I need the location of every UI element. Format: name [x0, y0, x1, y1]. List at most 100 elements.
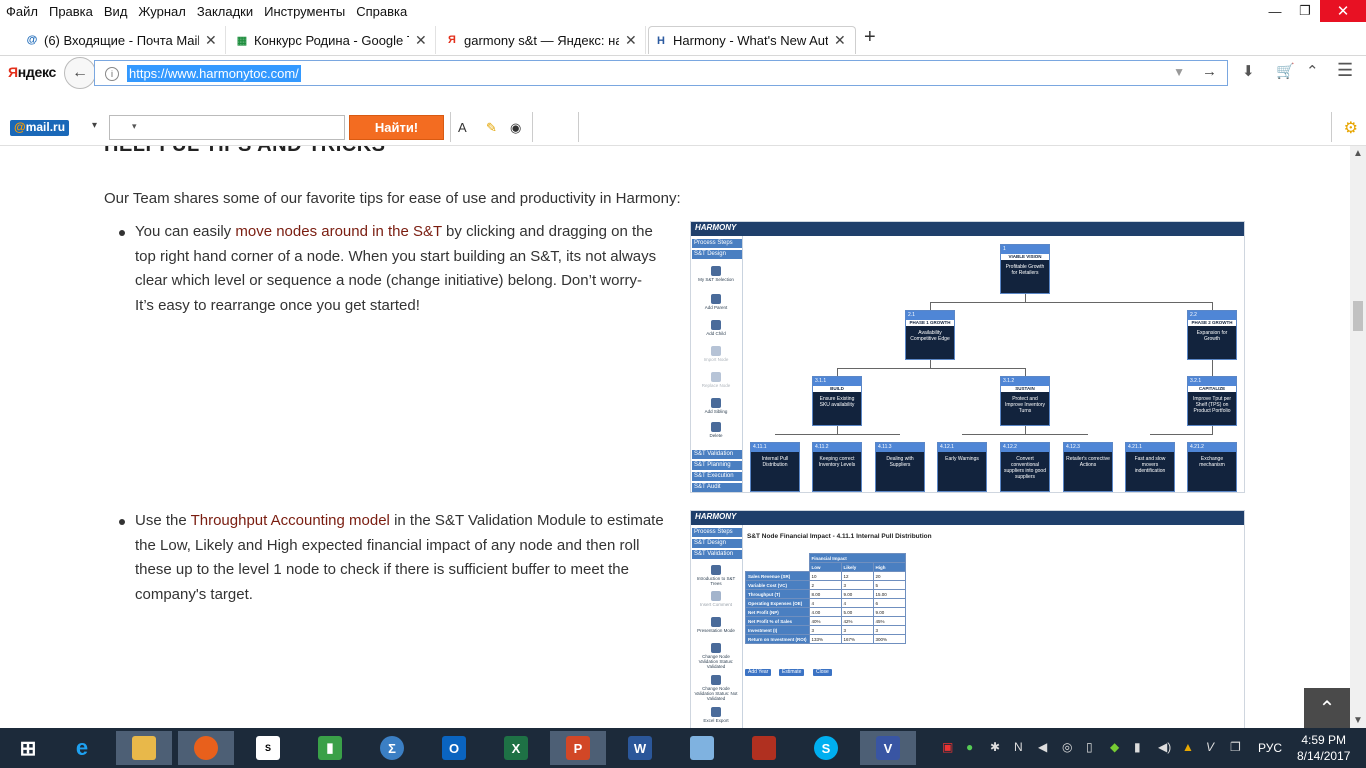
- scroll-thumb[interactable]: [1353, 301, 1363, 331]
- cell-input[interactable]: 10: [808, 571, 842, 581]
- skype-icon[interactable]: S: [798, 731, 854, 765]
- speaker-mute-icon[interactable]: ◀: [1038, 740, 1047, 754]
- nvidia-icon[interactable]: ◆: [1110, 740, 1119, 754]
- sync-tray-icon[interactable]: ●: [966, 740, 973, 754]
- ie-icon[interactable]: e: [54, 731, 110, 765]
- tab-close-icon[interactable]: ✕: [625, 32, 637, 49]
- tray-overflow-icon[interactable]: ❐: [1230, 740, 1241, 754]
- mailru-dropdown-icon[interactable]: ▾: [92, 120, 97, 131]
- info-icon[interactable]: i: [105, 67, 119, 81]
- menu-history[interactable]: Журнал: [132, 4, 190, 19]
- hamburger-menu-icon[interactable]: ☰: [1337, 60, 1353, 81]
- language-indicator[interactable]: РУС: [1258, 741, 1282, 755]
- word-icon[interactable]: W: [612, 731, 668, 765]
- maximize-button[interactable]: ❐: [1290, 0, 1320, 22]
- history-dropdown-icon[interactable]: ▼: [1173, 65, 1185, 79]
- volume-icon[interactable]: ◀): [1158, 740, 1171, 754]
- row-label: Investment (I): [745, 625, 810, 635]
- security-tray-icon[interactable]: ▲: [1182, 740, 1194, 754]
- scroll-up-icon[interactable]: ▲: [1353, 148, 1363, 159]
- tab-close-icon[interactable]: ✕: [834, 32, 846, 49]
- powerpoint-icon[interactable]: P: [550, 731, 606, 765]
- explorer-icon[interactable]: [116, 731, 172, 765]
- tree-node: 1 VIABLE VISION Profitable Growth for Reta…: [1000, 244, 1050, 294]
- table-row: Operating Expenses (OE) 4 4 6: [745, 598, 906, 608]
- cart-icon[interactable]: 🛒: [1276, 62, 1295, 80]
- network-app-icon[interactable]: [674, 731, 730, 765]
- cell-input[interactable]: 3: [840, 580, 874, 590]
- node-id: 4.12.3: [1064, 443, 1112, 452]
- estimate-button[interactable]: Estimate: [779, 669, 805, 676]
- cell-input[interactable]: 4: [808, 598, 842, 608]
- outlook-icon[interactable]: O: [426, 731, 482, 765]
- mailru-logo[interactable]: @mail.ru: [10, 120, 70, 136]
- math-app-icon[interactable]: Σ: [364, 731, 420, 765]
- tab-yandex-search[interactable]: Я garmony s&t — Яндекс: на ✕: [440, 26, 646, 54]
- side-label: Presentation Mode: [697, 628, 735, 633]
- side-tool: My S&T Selection: [693, 266, 739, 282]
- network-icon[interactable]: ▮: [1134, 740, 1141, 754]
- chart-app-icon[interactable]: ▮: [302, 731, 358, 765]
- menu-tools[interactable]: Инструменты: [258, 4, 350, 19]
- page-scrollbar[interactable]: ▲ ▼: [1350, 146, 1366, 728]
- close-button[interactable]: Close: [813, 669, 832, 676]
- gear-icon[interactable]: ⚙: [1344, 118, 1358, 138]
- update-tray-icon[interactable]: ◎: [1062, 740, 1072, 754]
- cell-input[interactable]: 3: [840, 625, 874, 635]
- cell-input[interactable]: 6: [872, 598, 906, 608]
- back-button[interactable]: ←: [64, 57, 96, 89]
- row-label: Operating Expenses (OE): [745, 598, 810, 608]
- cell-input[interactable]: 20: [872, 571, 906, 581]
- bullet-dot: [119, 230, 125, 236]
- text-format-icon[interactable]: A: [458, 120, 467, 135]
- tab-close-icon[interactable]: ✕: [205, 32, 217, 49]
- back-to-top-button[interactable]: ⌃: [1304, 688, 1350, 728]
- collapse-icon[interactable]: ⌃: [1306, 62, 1319, 80]
- minimize-button[interactable]: —: [1260, 0, 1290, 22]
- menu-edit[interactable]: Правка: [43, 4, 98, 19]
- add-year-button[interactable]: Add Year: [745, 669, 772, 676]
- search-button[interactable]: Найти!: [349, 115, 444, 140]
- download-icon[interactable]: ⬇: [1242, 62, 1255, 80]
- screenshot-icon[interactable]: ◉: [510, 120, 521, 136]
- statsoft-icon[interactable]: S: [240, 731, 296, 765]
- menu-view[interactable]: Вид: [98, 4, 133, 19]
- mailru-search-input[interactable]: ▾: [109, 115, 345, 140]
- cell-input[interactable]: 4: [840, 598, 874, 608]
- menu-bookmarks[interactable]: Закладки: [191, 4, 258, 19]
- visio-icon[interactable]: V: [860, 731, 916, 765]
- close-window-button[interactable]: ✕: [1320, 0, 1366, 22]
- firefox-icon[interactable]: [178, 731, 234, 765]
- cell-input[interactable]: 3: [872, 625, 906, 635]
- connector: [1025, 426, 1026, 434]
- v-tray-icon[interactable]: V: [1206, 740, 1214, 754]
- highlighter-icon[interactable]: ✎: [486, 120, 497, 136]
- tab-harmony[interactable]: H Harmony - What's New Auto ✕: [648, 26, 856, 54]
- battery-icon[interactable]: ▯: [1086, 740, 1093, 754]
- tip-item-throughput: Use the Throughput Accounting model in t…: [119, 509, 664, 607]
- pdf-tray-icon[interactable]: ▣: [942, 740, 953, 754]
- cell-input[interactable]: 12: [840, 571, 874, 581]
- new-tab-button[interactable]: +: [864, 26, 876, 49]
- bluetooth-icon[interactable]: ✱: [990, 740, 1000, 754]
- go-arrow-icon[interactable]: →: [1202, 63, 1217, 80]
- excel-icon[interactable]: X: [488, 731, 544, 765]
- tab-mail[interactable]: @ (6) Входящие - Почта Mail.R ✕: [20, 26, 226, 54]
- scroll-down-icon[interactable]: ▼: [1353, 715, 1363, 726]
- address-bar[interactable]: i https://www.harmonytoc.com/ ▼ →: [94, 60, 1228, 86]
- tab-google-sheets[interactable]: ▦ Конкурс Родина - Google Та ✕: [230, 26, 436, 54]
- clock[interactable]: 4:59 PM 8/14/2017: [1297, 732, 1350, 764]
- start-button[interactable]: ⊞: [0, 731, 56, 765]
- menu-help[interactable]: Справка: [350, 4, 412, 19]
- node-id: 4.21.2: [1188, 443, 1236, 452]
- cell-input[interactable]: 2: [808, 580, 842, 590]
- search-type-dropdown-icon[interactable]: ▾: [132, 121, 137, 132]
- cell-input[interactable]: 3: [808, 625, 842, 635]
- nk-tray-icon[interactable]: N: [1014, 740, 1023, 754]
- row-label: Net Profit (NP): [745, 607, 810, 617]
- game-app-icon[interactable]: [736, 731, 792, 765]
- menu-file[interactable]: Файл: [0, 4, 43, 19]
- tab-close-icon[interactable]: ✕: [415, 32, 427, 49]
- url-text[interactable]: https://www.harmonytoc.com/: [127, 65, 301, 82]
- cell-input[interactable]: 5: [872, 580, 906, 590]
